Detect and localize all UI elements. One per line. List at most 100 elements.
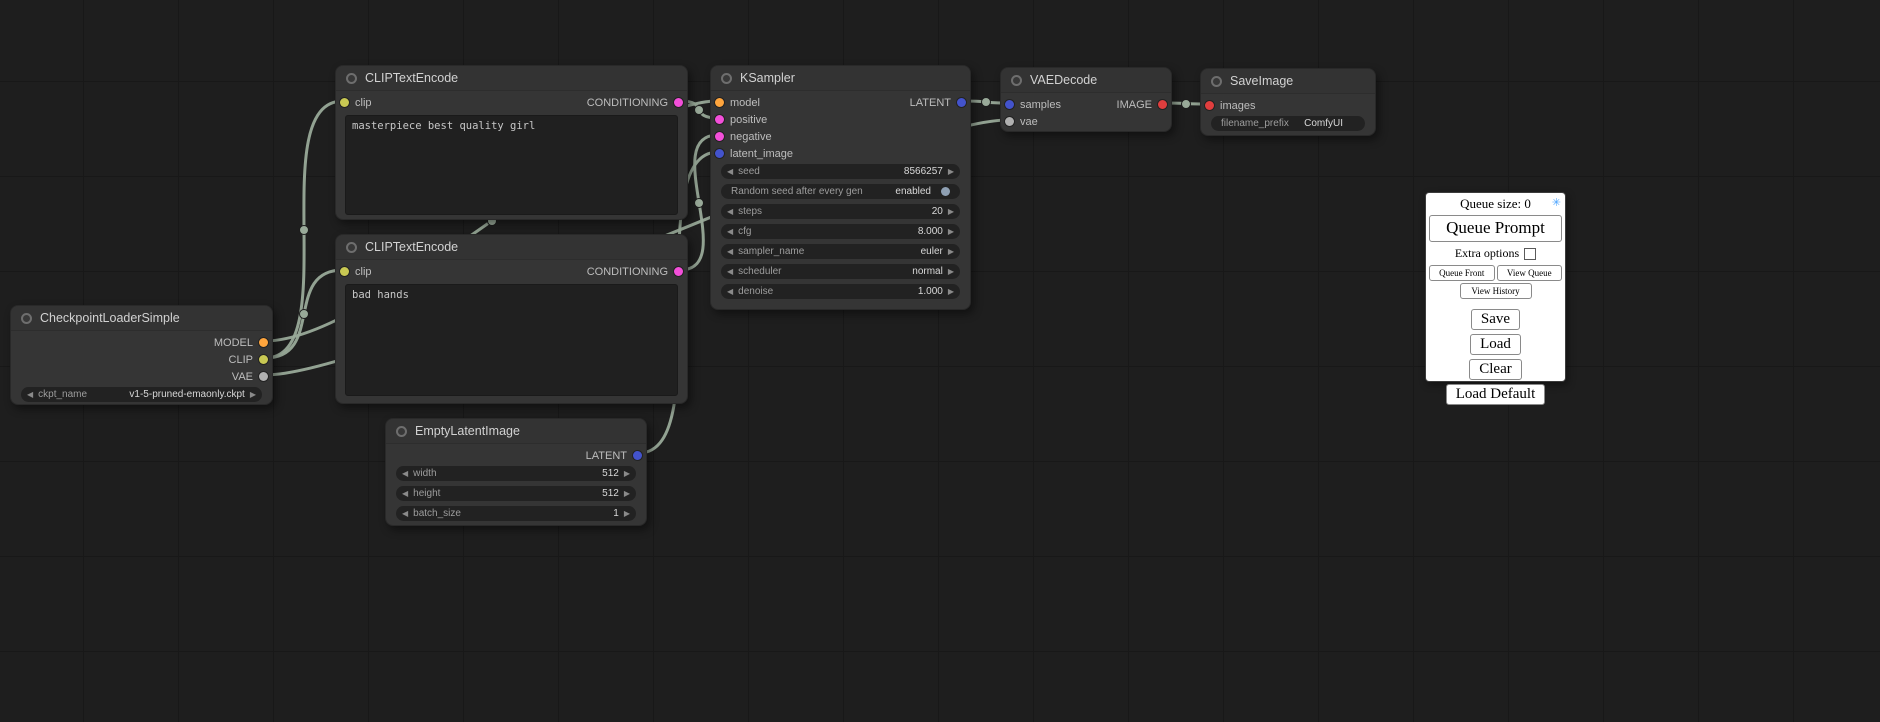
node-title-bar[interactable]: SaveImage	[1201, 69, 1375, 94]
slot-row: negative	[711, 128, 970, 145]
load-button[interactable]: Load	[1470, 334, 1521, 355]
queue-front-button[interactable]: Queue Front	[1429, 265, 1495, 281]
batch-size-number-widget[interactable]: ◀ batch_size 1 ▶	[396, 506, 636, 521]
filename-prefix-text-widget[interactable]: filename_prefix ComfyUI	[1211, 116, 1365, 131]
decrement-arrow-icon[interactable]: ◀	[727, 208, 733, 216]
ckpt-name-combo-widget[interactable]: ◀ ckpt_name v1-5-pruned-emaonly.ckpt ▶	[21, 387, 262, 402]
menu-header: Queue size: 0 ✳	[1429, 195, 1562, 215]
input-slot-clip[interactable]	[340, 98, 349, 107]
node-title-bar[interactable]: KSampler	[711, 66, 970, 91]
input-slot-images[interactable]	[1205, 101, 1214, 110]
decrement-arrow-icon[interactable]: ◀	[727, 228, 733, 236]
decrement-arrow-icon[interactable]: ◀	[402, 510, 408, 518]
input-slot-negative[interactable]	[715, 132, 724, 141]
collapse-dot[interactable]	[721, 73, 732, 84]
output-slot-conditioning[interactable]	[674, 267, 683, 276]
collapse-dot[interactable]	[346, 242, 357, 253]
collapse-dot[interactable]	[346, 73, 357, 84]
output-slot-latent[interactable]	[633, 451, 642, 460]
width-number-widget[interactable]: ◀ width 512 ▶	[396, 466, 636, 481]
input-slot-positive[interactable]	[715, 115, 724, 124]
widget-label: cfg	[738, 226, 751, 237]
link-midpoint-dot	[1182, 100, 1191, 109]
input-slot-vae[interactable]	[1005, 117, 1014, 126]
combo-prev-arrow-icon[interactable]: ◀	[727, 248, 733, 256]
node-clip-text-encode-negative[interactable]: CLIPTextEncode clip CONDITIONING bad han…	[335, 234, 688, 404]
combo-next-arrow-icon[interactable]: ▶	[250, 391, 256, 399]
input-slot-samples[interactable]	[1005, 100, 1014, 109]
node-ksampler[interactable]: KSampler model LATENT positive	[710, 65, 971, 310]
load-default-button[interactable]: Load Default	[1446, 384, 1546, 405]
decrement-arrow-icon[interactable]: ◀	[402, 470, 408, 478]
node-title-bar[interactable]: EmptyLatentImage	[386, 419, 646, 444]
denoise-number-widget[interactable]: ◀ denoise 1.000 ▶	[721, 284, 960, 299]
output-slot-image[interactable]	[1158, 100, 1167, 109]
combo-next-arrow-icon[interactable]: ▶	[948, 268, 954, 276]
increment-arrow-icon[interactable]: ▶	[624, 510, 630, 518]
node-clip-text-encode-positive[interactable]: CLIPTextEncode clip CONDITIONING masterp…	[335, 65, 688, 220]
clear-button[interactable]: Clear	[1469, 359, 1521, 380]
output-slot-conditioning[interactable]	[674, 98, 683, 107]
seed-number-widget[interactable]: ◀ seed 8566257 ▶	[721, 164, 960, 179]
extra-options-checkbox[interactable]	[1524, 248, 1536, 260]
output-slot-clip[interactable]	[259, 355, 268, 364]
increment-arrow-icon[interactable]: ▶	[948, 208, 954, 216]
increment-arrow-icon[interactable]: ▶	[948, 168, 954, 176]
output-slot-vae[interactable]	[259, 372, 268, 381]
output-label-latent: LATENT	[910, 97, 951, 109]
input-label-images: images	[1220, 100, 1255, 112]
collapse-dot[interactable]	[1011, 75, 1022, 86]
height-number-widget[interactable]: ◀ height 512 ▶	[396, 486, 636, 501]
increment-arrow-icon[interactable]: ▶	[624, 470, 630, 478]
node-empty-latent-image[interactable]: EmptyLatentImage LATENT ◀ width 512 ▶ ◀ …	[385, 418, 647, 526]
decrement-arrow-icon[interactable]: ◀	[727, 168, 733, 176]
combo-prev-arrow-icon[interactable]: ◀	[727, 268, 733, 276]
output-row-clip: CLIP	[11, 351, 272, 368]
combo-next-arrow-icon[interactable]: ▶	[948, 248, 954, 256]
node-vae-decode[interactable]: VAEDecode samples IMAGE vae	[1000, 67, 1172, 132]
input-label-model: model	[730, 97, 760, 109]
collapse-dot[interactable]	[1211, 76, 1222, 87]
decrement-arrow-icon[interactable]: ◀	[727, 288, 733, 296]
input-slot-model[interactable]	[715, 98, 724, 107]
node-graph-canvas[interactable]: CheckpointLoaderSimple MODEL CLIP VAE	[0, 0, 1880, 722]
collapse-dot[interactable]	[396, 426, 407, 437]
output-slot-model[interactable]	[259, 338, 268, 347]
steps-number-widget[interactable]: ◀ steps 20 ▶	[721, 204, 960, 219]
save-button[interactable]: Save	[1471, 309, 1520, 330]
node-title: VAEDecode	[1030, 73, 1097, 87]
output-slot-latent[interactable]	[957, 98, 966, 107]
input-label-latent-image: latent_image	[730, 148, 793, 160]
input-label-samples: samples	[1020, 99, 1061, 111]
output-label-model: MODEL	[214, 337, 253, 349]
comfy-logo-icon[interactable]: ✳	[1552, 196, 1561, 209]
widget-label: height	[413, 488, 440, 499]
node-title-bar[interactable]: CheckpointLoaderSimple	[11, 306, 272, 331]
collapse-dot[interactable]	[21, 313, 32, 324]
node-save-image[interactable]: SaveImage images filename_prefix ComfyUI	[1200, 68, 1376, 136]
decrement-arrow-icon[interactable]: ◀	[402, 490, 408, 498]
node-title-bar[interactable]: VAEDecode	[1001, 68, 1171, 93]
output-label-image: IMAGE	[1117, 99, 1152, 111]
increment-arrow-icon[interactable]: ▶	[948, 288, 954, 296]
combo-prev-arrow-icon[interactable]: ◀	[27, 391, 33, 399]
scheduler-combo-widget[interactable]: ◀ scheduler normal ▶	[721, 264, 960, 279]
toggle-knob[interactable]	[941, 187, 950, 196]
increment-arrow-icon[interactable]: ▶	[948, 228, 954, 236]
node-title-bar[interactable]: CLIPTextEncode	[336, 66, 687, 91]
positive-prompt-textarea[interactable]: masterpiece best quality girl	[345, 115, 678, 215]
view-history-button[interactable]: View History	[1460, 283, 1532, 299]
negative-prompt-textarea[interactable]: bad hands	[345, 284, 678, 396]
input-slot-clip[interactable]	[340, 267, 349, 276]
link-midpoint-dot	[300, 310, 309, 319]
node-title-bar[interactable]: CLIPTextEncode	[336, 235, 687, 260]
cfg-number-widget[interactable]: ◀ cfg 8.000 ▶	[721, 224, 960, 239]
increment-arrow-icon[interactable]: ▶	[624, 490, 630, 498]
view-queue-button[interactable]: View Queue	[1497, 265, 1563, 281]
sampler-name-combo-widget[interactable]: ◀ sampler_name euler ▶	[721, 244, 960, 259]
queue-prompt-button[interactable]: Queue Prompt	[1429, 215, 1562, 242]
random-seed-toggle-widget[interactable]: Random seed after every gen enabled	[721, 184, 960, 199]
node-checkpoint-loader[interactable]: CheckpointLoaderSimple MODEL CLIP VAE	[10, 305, 273, 405]
input-slot-latent-image[interactable]	[715, 149, 724, 158]
output-label-clip: CLIP	[229, 354, 253, 366]
